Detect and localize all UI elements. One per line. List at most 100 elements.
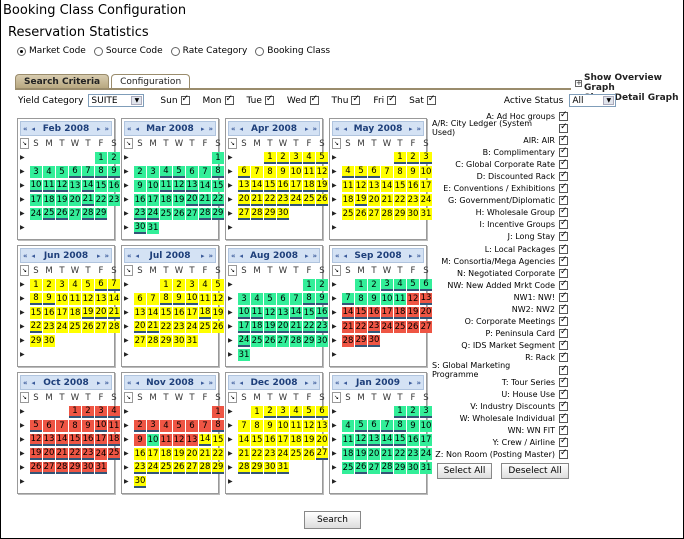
prev-month-icon[interactable]: ◂ bbox=[136, 125, 140, 133]
calendar-day[interactable]: 28 bbox=[381, 208, 393, 220]
calendar-day[interactable]: 24 bbox=[147, 208, 159, 220]
prev-year-icon[interactable]: « bbox=[231, 125, 236, 133]
calendar-day[interactable]: 25 bbox=[342, 208, 354, 220]
calendar-day[interactable]: 25 bbox=[160, 462, 172, 474]
calendar-day[interactable]: 29 bbox=[355, 335, 367, 347]
calendar-day[interactable]: 7 bbox=[56, 420, 68, 432]
calendar-day[interactable]: 15 bbox=[303, 307, 315, 319]
calendar-day[interactable]: 8 bbox=[394, 166, 406, 178]
select-week-icon[interactable]: ▶ bbox=[228, 293, 237, 305]
radio-button[interactable] bbox=[17, 46, 26, 56]
market-code-checkbox[interactable] bbox=[559, 267, 568, 278]
calendar-day[interactable]: 14 bbox=[381, 180, 393, 192]
calendar-day[interactable]: 25 bbox=[251, 335, 263, 347]
calendar-day[interactable]: 5 bbox=[173, 420, 185, 432]
calendar-day[interactable]: 8 bbox=[355, 293, 367, 305]
calendar-day[interactable]: 17 bbox=[56, 307, 68, 319]
calendar-day[interactable]: 28 bbox=[238, 462, 250, 474]
calendar-day[interactable]: 25 bbox=[342, 462, 354, 474]
select-week-icon[interactable]: ▶ bbox=[228, 406, 237, 418]
select-week-icon[interactable]: ▶ bbox=[332, 476, 341, 488]
calendar-day[interactable]: 27 bbox=[316, 448, 328, 460]
calendar-day[interactable]: 14 bbox=[199, 434, 211, 446]
calendar-day[interactable]: 12 bbox=[316, 166, 328, 178]
calendar-day[interactable]: 12 bbox=[264, 307, 276, 319]
weekday-header[interactable]: W bbox=[69, 138, 81, 150]
calendar-day[interactable]: 25 bbox=[199, 321, 211, 333]
calendar-day[interactable]: 4 bbox=[199, 279, 211, 291]
select-week-icon[interactable]: ▶ bbox=[124, 335, 133, 347]
calendar-day[interactable]: 15 bbox=[160, 307, 172, 319]
calendar-day[interactable]: 7 bbox=[199, 420, 211, 432]
prev-month-icon[interactable]: ◂ bbox=[32, 252, 36, 260]
next-month-icon[interactable]: ▸ bbox=[409, 125, 413, 133]
calendar-day[interactable]: 16 bbox=[108, 180, 120, 192]
prev-year-icon[interactable]: « bbox=[231, 252, 236, 260]
prev-year-icon[interactable]: « bbox=[335, 252, 340, 260]
calendar-day[interactable]: 21 bbox=[199, 448, 211, 460]
calendar-day[interactable]: 30 bbox=[134, 222, 146, 234]
select-week-icon[interactable]: ▶ bbox=[228, 434, 237, 446]
calendar-day[interactable]: 28 bbox=[342, 335, 354, 347]
calendar-day[interactable]: 25 bbox=[43, 208, 55, 220]
calendar-day[interactable]: 27 bbox=[368, 462, 380, 474]
calendar-day[interactable]: 21 bbox=[342, 321, 354, 333]
calendar-day[interactable]: 24 bbox=[186, 321, 198, 333]
calendar-day[interactable]: 16 bbox=[368, 307, 380, 319]
select-week-icon[interactable]: ▶ bbox=[228, 321, 237, 333]
calendar-day[interactable]: 5 bbox=[355, 166, 367, 178]
calendar-day[interactable]: 20 bbox=[43, 448, 55, 460]
calendar-day[interactable]: 11 bbox=[43, 180, 55, 192]
select-week-icon[interactable]: ▶ bbox=[228, 420, 237, 432]
calendar-day[interactable]: 9 bbox=[316, 293, 328, 305]
calendar-day[interactable]: 20 bbox=[316, 434, 328, 446]
calendar-day[interactable]: 17 bbox=[420, 434, 432, 446]
radio-button[interactable] bbox=[255, 46, 265, 56]
market-code-checkbox[interactable] bbox=[559, 291, 568, 302]
next-month-icon[interactable]: ▸ bbox=[305, 125, 309, 133]
calendar-day[interactable]: 1 bbox=[303, 279, 315, 291]
weekday-header[interactable]: S bbox=[316, 138, 328, 150]
calendar-day[interactable]: 29 bbox=[212, 462, 224, 474]
calendar-day[interactable]: 15 bbox=[251, 434, 263, 446]
weekday-header[interactable]: S bbox=[238, 265, 250, 277]
weekday-header[interactable]: W bbox=[173, 138, 185, 150]
weekday-header[interactable]: S bbox=[212, 392, 224, 404]
calendar-day[interactable]: 11 bbox=[342, 434, 354, 446]
market-code-checkbox[interactable] bbox=[559, 182, 568, 194]
calendar-day[interactable]: 7 bbox=[147, 293, 159, 305]
select-week-icon[interactable]: ▶ bbox=[20, 293, 29, 305]
calendar-day[interactable]: 21 bbox=[82, 194, 94, 206]
calendar-day[interactable]: 22 bbox=[160, 321, 172, 333]
weekday-header[interactable]: S bbox=[342, 138, 354, 150]
weekday-checkbox[interactable] bbox=[387, 94, 397, 105]
calendar-day[interactable]: 28 bbox=[147, 335, 159, 347]
calendar-day[interactable]: 6 bbox=[368, 166, 380, 178]
calendar-day[interactable]: 7 bbox=[342, 293, 354, 305]
weekday-header[interactable]: S bbox=[238, 138, 250, 150]
calendar-day[interactable]: 18 bbox=[251, 321, 263, 333]
select-week-icon[interactable]: ▶ bbox=[124, 434, 133, 446]
calendar-day[interactable]: 8 bbox=[394, 420, 406, 432]
select-week-icon[interactable]: ▶ bbox=[124, 462, 133, 474]
calendar-day[interactable]: 5 bbox=[30, 420, 42, 432]
calendar-day[interactable]: 27 bbox=[69, 208, 81, 220]
calendar-day[interactable]: 9 bbox=[134, 180, 146, 192]
select-week-icon[interactable]: ▶ bbox=[332, 152, 341, 164]
calendar-day[interactable]: 21 bbox=[56, 448, 68, 460]
market-code-checkbox[interactable] bbox=[559, 218, 568, 230]
calendar-day[interactable]: 16 bbox=[134, 448, 146, 460]
calendar-day[interactable]: 1 bbox=[69, 406, 81, 418]
calendar-day[interactable]: 4 bbox=[394, 279, 406, 291]
calendar-day[interactable]: 4 bbox=[303, 152, 315, 164]
calendar-day[interactable]: 17 bbox=[30, 194, 42, 206]
calendar-day[interactable]: 5 bbox=[212, 279, 224, 291]
weekday-header[interactable]: T bbox=[186, 392, 198, 404]
calendar-day[interactable]: 7 bbox=[381, 420, 393, 432]
calendar-day[interactable]: 24 bbox=[420, 194, 432, 206]
prev-year-icon[interactable]: « bbox=[335, 125, 340, 133]
calendar-day[interactable]: 21 bbox=[381, 194, 393, 206]
calendar-day[interactable]: 3 bbox=[30, 166, 42, 178]
weekday-header[interactable]: S bbox=[316, 265, 328, 277]
select-week-icon[interactable]: ▶ bbox=[20, 222, 29, 234]
